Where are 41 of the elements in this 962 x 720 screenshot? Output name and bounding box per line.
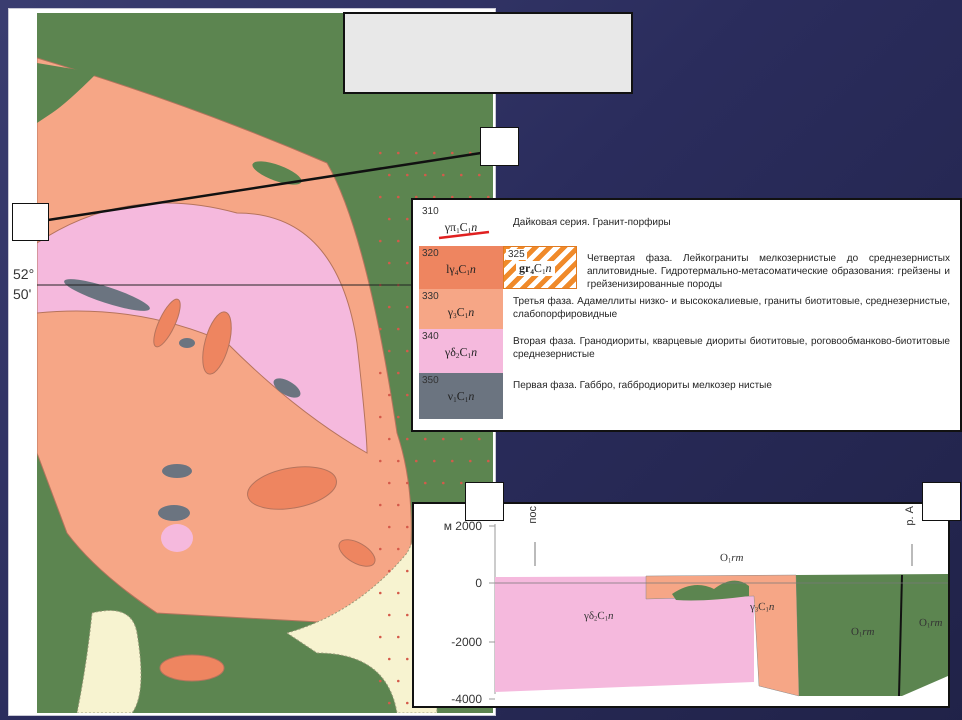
legend-code: 340 (422, 331, 439, 342)
rock-unit-label: γ$_{3}$C$_{1}$n (750, 601, 774, 614)
leucogranite-patch (202, 311, 232, 375)
legend-description: Дайковая серия. Гранит-порфиры (512, 216, 672, 229)
legend-formula: lγ$_{4}$C$_{1}$n (445, 262, 477, 277)
axis-tick-label: -4000 (451, 692, 482, 706)
legend-formula: γπ$_{1}$C$_{1}$n (444, 220, 478, 235)
gabbro-patch (162, 464, 192, 478)
blank-label-box (12, 203, 49, 241)
legend-code: 325 (506, 249, 527, 260)
rock-unit-label: O$_{1}$rm (919, 617, 942, 630)
leucogranite-patch (153, 298, 181, 348)
legend-description: Вторая фаза. Гранодиориты, кварцевые диориты биотитовые, роговообманково-биотитовые среднезернистые (512, 335, 951, 361)
rock-unit-label: O$_{1}$rm (720, 552, 744, 565)
latitude-label: 52° (13, 267, 34, 281)
axis-tick-label: 0 (475, 576, 482, 590)
legend-formula: γ$_{3}$C$_{1}$n (446, 305, 476, 320)
legend-code: 330 (422, 291, 439, 302)
legend-description: Третья фаза. Адамеллиты низко- и высококалиевые, граниты биотитовые, среднезернистые, слабопорфировидные (512, 295, 951, 321)
legend-code: 350 (422, 375, 439, 386)
latitude-label: 50' (13, 287, 32, 301)
legend-formula: γδ$_{2}$C$_{1}$n (444, 345, 478, 360)
location-label: пос (527, 506, 539, 524)
location-label: р. А (904, 506, 916, 526)
legend-code: 310 (422, 206, 439, 217)
legend-description: Первая фаза. Габбро, габбродиориты мелкозер нистые (512, 379, 773, 392)
legend-description: Четвертая фаза. Лейкограниты мелкозернистые до среднезернистых аплитовидные. Гидротермально-метасоматические образования: грейзены и грейзенизированные породы (586, 252, 951, 291)
axis-tick-label: м 2000 (444, 519, 482, 533)
rock-unit-label: γδ$_{2}$C$_{1}$n (584, 610, 614, 623)
gabbro-patch (179, 338, 195, 348)
axis-tick-label: -2000 (451, 635, 482, 649)
legend-formula: gr$_{4}$C$_{1}$n (516, 261, 555, 276)
gabbro-patch (158, 505, 190, 521)
shale-patch (252, 161, 302, 185)
leucogranite-patch (338, 539, 376, 567)
legend-code: 320 (422, 248, 439, 259)
granodiorite-patch (161, 524, 193, 552)
rock-unit-label: O$_{1}$rm (851, 626, 874, 639)
legend-formula: ν$_{1}$C$_{1}$n (446, 389, 476, 404)
gabbro-patch (274, 378, 300, 398)
leucogranite-patch (160, 654, 224, 682)
